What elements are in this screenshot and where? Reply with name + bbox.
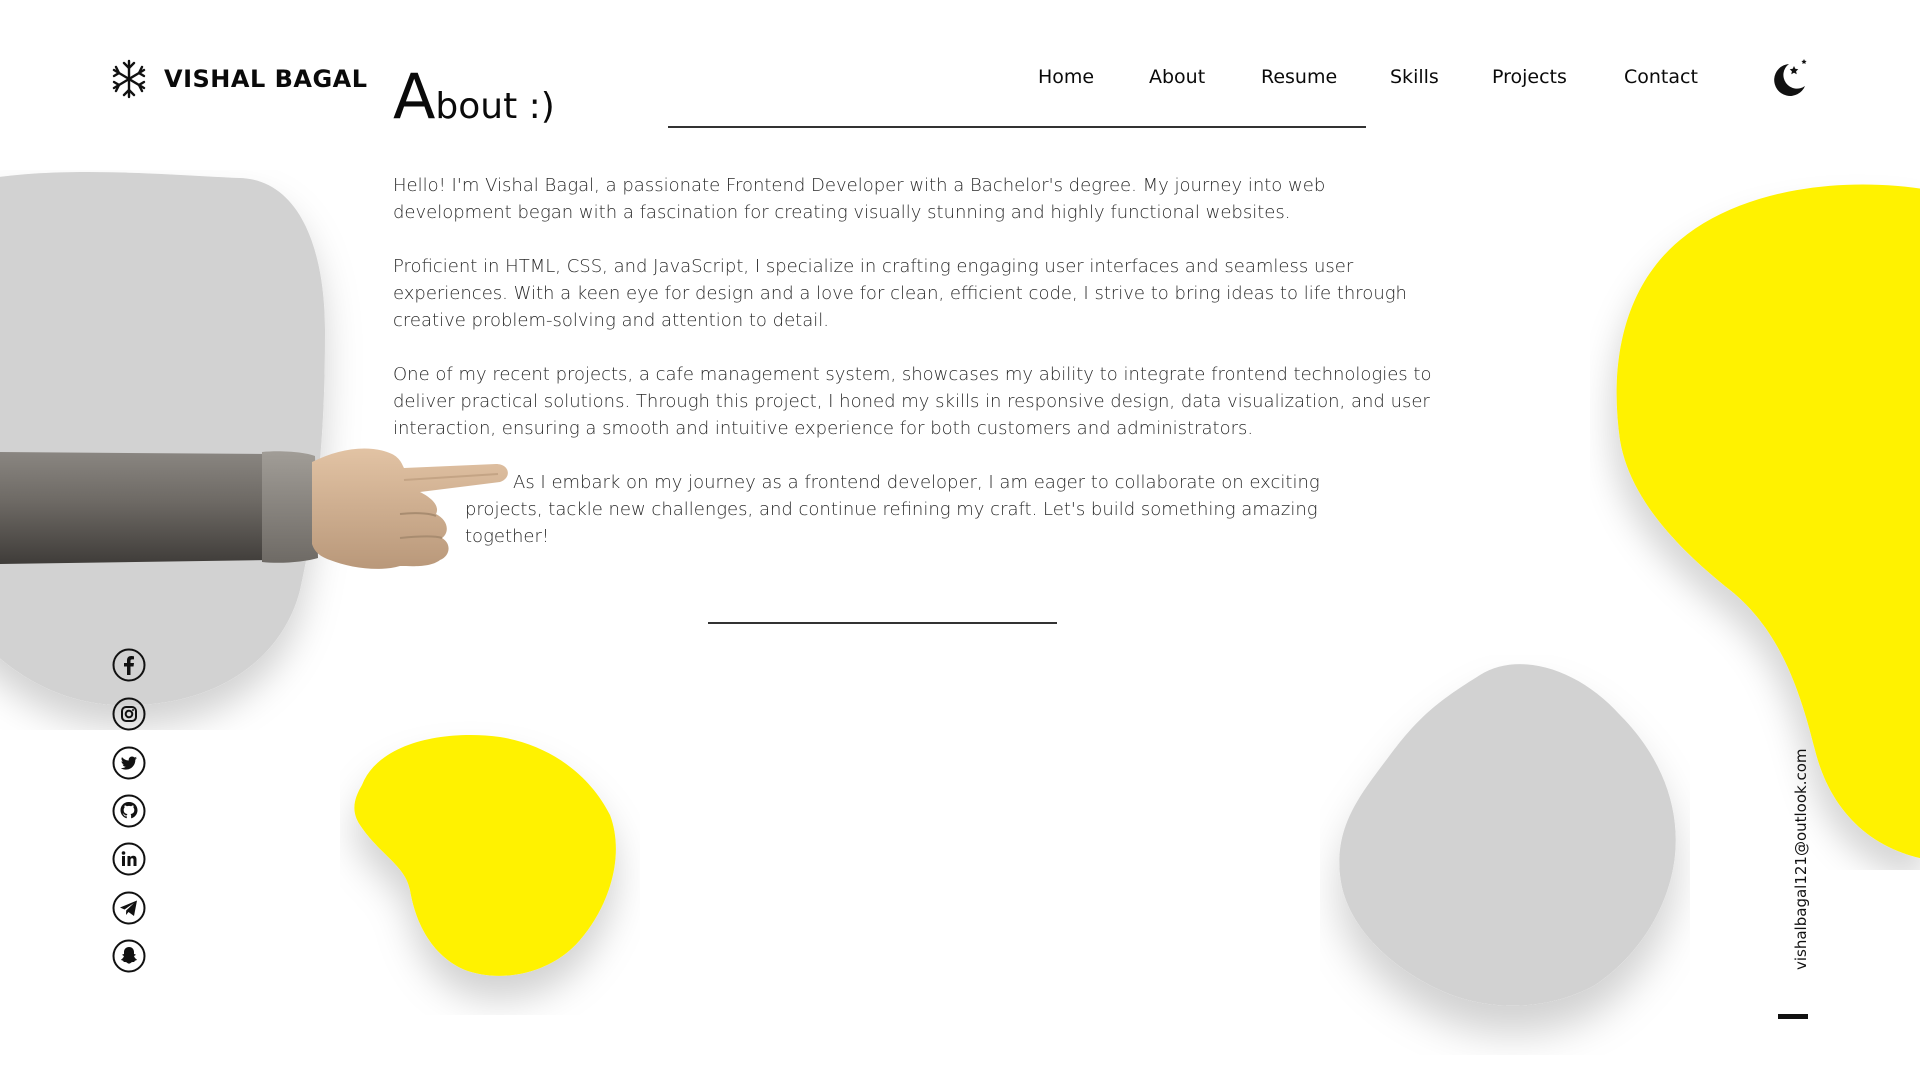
nav-contact[interactable]: Contact [1624, 66, 1698, 88]
nav-skills[interactable]: Skills [1390, 66, 1439, 88]
instagram-link[interactable] [112, 697, 146, 731]
brand-logo[interactable]: VISHAL BAGAL [110, 58, 368, 100]
telegram-link[interactable] [112, 891, 146, 925]
about-page: VISHAL BAGAL Home About Resume Skills Pr… [0, 0, 1920, 1080]
github-link[interactable] [112, 794, 146, 828]
content-divider [708, 622, 1057, 624]
about-paragraph-4: As I embark on my journey as a frontend … [465, 472, 1320, 547]
linkedin-icon [112, 842, 146, 876]
about-paragraph-3: One of my recent projects, a cafe manage… [393, 364, 1432, 439]
snapchat-link[interactable] [112, 939, 146, 973]
about-content: Hello! I'm Vishal Bagal, a passionate Fr… [393, 172, 1433, 577]
title-initial: A [393, 60, 436, 133]
brand-name: VISHAL BAGAL [164, 65, 368, 93]
telegram-icon [112, 891, 146, 925]
github-icon [112, 794, 146, 828]
snowflake-icon [110, 58, 148, 100]
twitter-icon [112, 746, 146, 780]
facebook-link[interactable] [112, 648, 146, 682]
theme-toggle-button[interactable] [1767, 56, 1811, 100]
nav-home[interactable]: Home [1038, 66, 1094, 88]
moon-stars-icon [1767, 59, 1811, 104]
about-paragraph-2: Proficient in HTML, CSS, and JavaScript,… [393, 256, 1407, 331]
nav-resume[interactable]: Resume [1261, 66, 1337, 88]
gray-blob-bottom-right [1320, 655, 1690, 1055]
about-paragraph-1: Hello! I'm Vishal Bagal, a passionate Fr… [393, 175, 1326, 223]
email-link[interactable]: vishalbagal121@outlook.com [1792, 748, 1810, 970]
title-divider [668, 126, 1366, 128]
pointing-hand-illustration [0, 440, 520, 585]
email-marker [1778, 1014, 1808, 1019]
facebook-icon [112, 648, 146, 682]
title-rest: bout :) [435, 86, 555, 127]
snapchat-icon [112, 939, 146, 973]
twitter-link[interactable] [112, 746, 146, 780]
page-title: About :) [393, 66, 555, 128]
linkedin-link[interactable] [112, 842, 146, 876]
nav-about[interactable]: About [1149, 66, 1205, 88]
nav-projects[interactable]: Projects [1492, 66, 1567, 88]
instagram-icon [112, 697, 146, 731]
yellow-blob-small [340, 715, 640, 1015]
